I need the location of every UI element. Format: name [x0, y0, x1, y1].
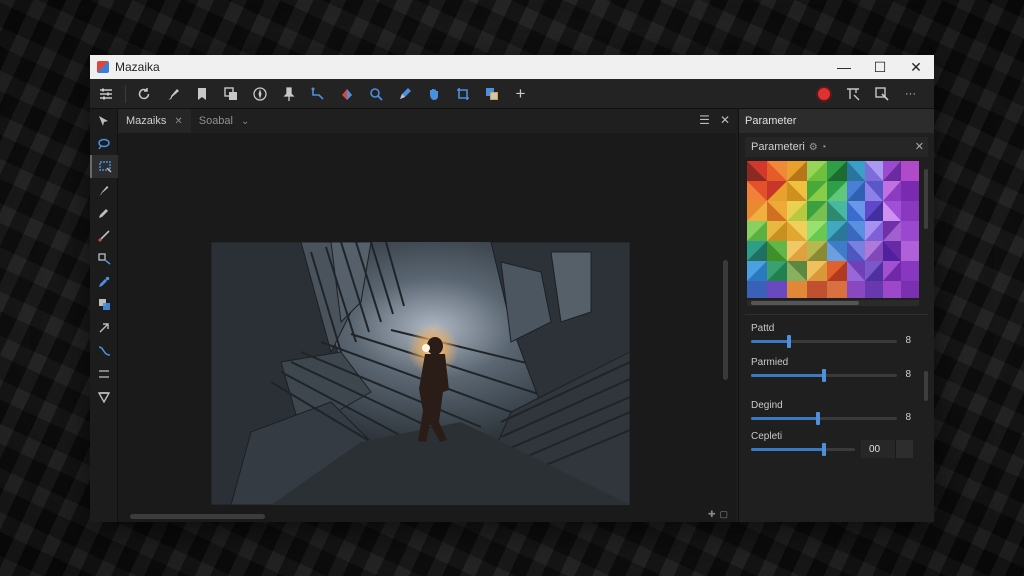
- param-degind: Degind 8: [751, 400, 921, 430]
- toolbar-separator: [125, 84, 126, 103]
- slider-fill: [751, 340, 789, 343]
- document-tabs: Mazaiks ✕ Soabal ⌄ ☰ ✕: [118, 109, 736, 133]
- tab-soabal[interactable]: Soabal ⌄: [191, 109, 258, 133]
- path-icon[interactable]: [306, 83, 329, 105]
- title-bar: Mazaika — ☐ ✕: [90, 55, 934, 79]
- panel-divider: [745, 314, 928, 315]
- divider-icon[interactable]: [90, 362, 118, 385]
- canvas-image[interactable]: [211, 242, 630, 505]
- move-icon[interactable]: [90, 247, 118, 270]
- main-toolbar: + ···: [90, 79, 934, 109]
- menu-icon[interactable]: ☰: [699, 113, 710, 127]
- param-value: 8: [905, 335, 911, 346]
- document-area: Mazaiks ✕ Soabal ⌄ ☰ ✕ ✚ ▢: [118, 109, 736, 522]
- param-label: Degind: [751, 400, 783, 411]
- preview-scrollbar[interactable]: [747, 300, 919, 306]
- tab-close-icon[interactable]: ✕: [174, 116, 182, 127]
- bookmark-icon[interactable]: [190, 83, 213, 105]
- window-controls: — ☐ ✕: [826, 55, 934, 79]
- panel-subheader: Parameteri ⚙ ◔ ✕: [745, 137, 928, 157]
- brush-icon[interactable]: [161, 83, 184, 105]
- slider-fill: [751, 417, 818, 420]
- parameter-panel: Parameter Parameteri ⚙ ◔ ✕ Pattd 8 Parmi…: [738, 109, 934, 522]
- minimize-button[interactable]: —: [826, 55, 862, 79]
- slider-handle[interactable]: [822, 443, 826, 456]
- param-value: 00: [869, 443, 881, 455]
- chevron-down-icon[interactable]: ⌄: [241, 116, 249, 127]
- brush-icon[interactable]: [90, 178, 118, 201]
- lasso-icon[interactable]: [90, 132, 118, 155]
- curve-icon[interactable]: [90, 339, 118, 362]
- mosaic-preview[interactable]: [747, 161, 919, 298]
- pen-icon[interactable]: [393, 83, 416, 105]
- canvas-corner-tools: ✚ ▢: [708, 509, 728, 520]
- horizontal-scrollbar[interactable]: [130, 514, 265, 519]
- slider-handle[interactable]: [787, 335, 791, 348]
- tab-label: Soabal: [198, 115, 233, 127]
- subheader-label: Parameteri: [751, 141, 805, 153]
- fill-icon[interactable]: [335, 83, 358, 105]
- more-icon[interactable]: ···: [899, 83, 922, 105]
- sliders-icon[interactable]: [94, 83, 117, 105]
- preview-scroll-knob[interactable]: [751, 301, 859, 305]
- record-icon[interactable]: [812, 83, 835, 105]
- pin-icon[interactable]: ✚: [708, 509, 716, 520]
- slider-handle[interactable]: [816, 412, 820, 425]
- param-slider[interactable]: [751, 369, 897, 382]
- close-icon[interactable]: ✕: [915, 140, 924, 153]
- maximize-button[interactable]: ☐: [862, 55, 898, 79]
- param-slider[interactable]: [751, 443, 855, 456]
- app-window: Mazaika — ☐ ✕ + ··· Mazaiks ✕ Soabal ⌄ ☰…: [90, 55, 934, 522]
- app-logo-icon: [97, 61, 109, 73]
- slider-fill: [751, 374, 824, 377]
- tab-mazaiks[interactable]: Mazaiks ✕: [118, 109, 191, 133]
- export-icon[interactable]: [870, 83, 893, 105]
- doc-tab-tools: ☰ ✕: [699, 113, 730, 127]
- shape-icon[interactable]: [90, 293, 118, 316]
- param-label: Pattd: [751, 323, 775, 334]
- compass-icon[interactable]: [248, 83, 271, 105]
- pin-icon[interactable]: [277, 83, 300, 105]
- param-cepleti: Cepleti 00: [751, 431, 921, 461]
- left-tool-strip: [90, 109, 118, 522]
- eyedropper-icon[interactable]: [90, 270, 118, 293]
- slider-handle[interactable]: [822, 369, 826, 382]
- rect-select-icon[interactable]: [90, 155, 118, 178]
- tab-label: Mazaiks: [126, 115, 167, 127]
- params-scrollbar[interactable]: [924, 371, 928, 401]
- link-icon[interactable]: ⚙ ◔: [809, 142, 827, 153]
- panel-scrollbar[interactable]: [924, 169, 928, 229]
- arrow-icon[interactable]: [90, 316, 118, 339]
- refresh-icon[interactable]: [132, 83, 155, 105]
- square-icon[interactable]: ▢: [719, 509, 728, 520]
- close-panel-icon[interactable]: ✕: [720, 113, 730, 127]
- spinner-icon[interactable]: [895, 440, 913, 458]
- param-label: Parmied: [751, 357, 789, 368]
- window-title: Mazaika: [115, 60, 160, 74]
- triangle-icon[interactable]: [90, 385, 118, 408]
- select-icon[interactable]: [90, 109, 118, 132]
- close-button[interactable]: ✕: [898, 55, 934, 79]
- hand-icon[interactable]: [422, 83, 445, 105]
- canvas[interactable]: ✚ ▢: [118, 133, 736, 522]
- crop-icon[interactable]: [451, 83, 474, 105]
- layers-icon[interactable]: [219, 83, 242, 105]
- slider-fill: [751, 448, 824, 451]
- param-pattd: Pattd 8: [751, 323, 921, 353]
- transform-icon[interactable]: [841, 83, 864, 105]
- line-icon[interactable]: [90, 224, 118, 247]
- param-slider[interactable]: [751, 412, 897, 425]
- vertical-scrollbar[interactable]: [723, 260, 728, 380]
- param-value-input[interactable]: 00: [861, 440, 913, 458]
- param-value: 8: [905, 369, 911, 380]
- copy-icon[interactable]: [480, 83, 503, 105]
- param-slider[interactable]: [751, 335, 897, 348]
- add-icon[interactable]: +: [509, 83, 532, 105]
- toolbar-right-group: ···: [812, 83, 928, 105]
- param-parmied: Parmied 8: [751, 357, 921, 387]
- panel-header: Parameter: [739, 109, 934, 133]
- pencil-icon[interactable]: [90, 201, 118, 224]
- zoom-icon[interactable]: [364, 83, 387, 105]
- param-value: 8: [905, 412, 911, 423]
